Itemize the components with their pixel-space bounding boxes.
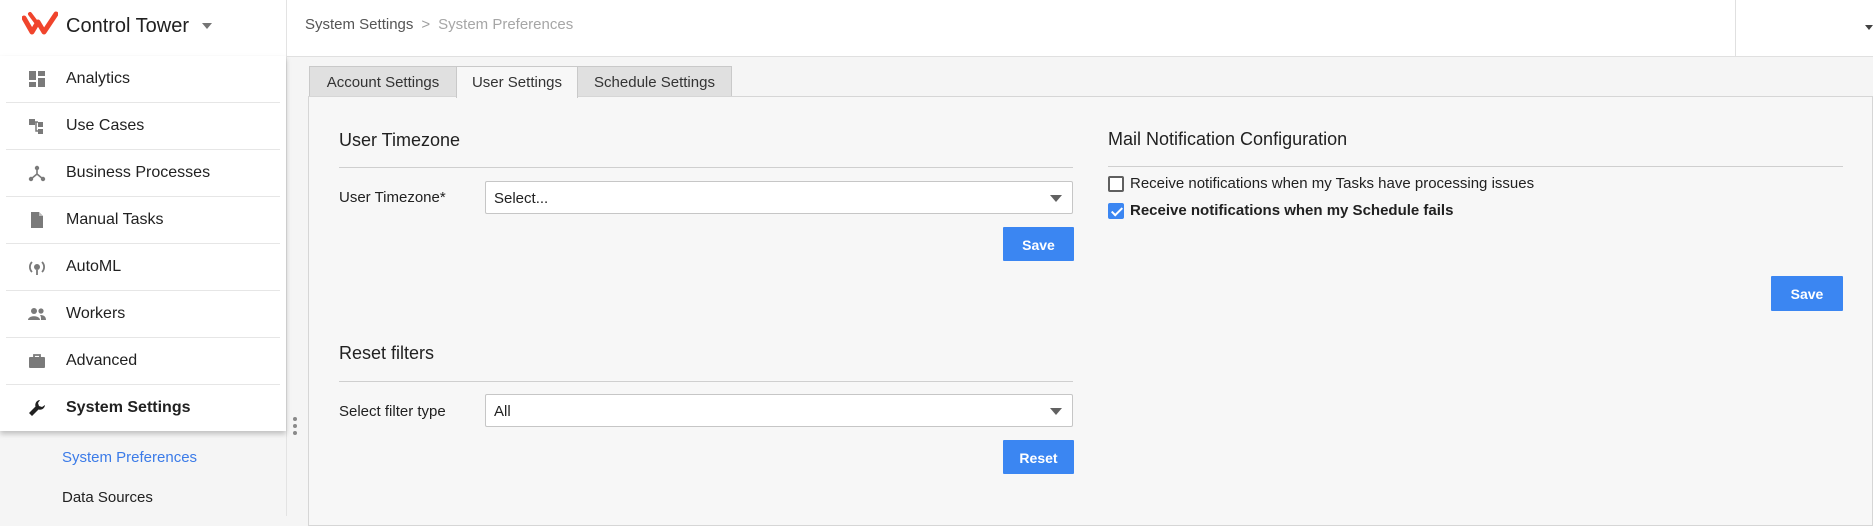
- sidebar-item-label: Use Cases: [66, 117, 145, 134]
- app-title: Control Tower: [66, 15, 190, 37]
- schedule-fails-checkbox-label: Receive notifications when my Schedule f…: [1130, 202, 1454, 219]
- briefcase-icon: [29, 354, 45, 368]
- document-icon: [31, 212, 43, 228]
- submenu-item-system-preferences[interactable]: System Preferences: [62, 449, 197, 466]
- user-timezone-select-value: Select...: [494, 190, 549, 207]
- sidebar-item-workers[interactable]: Workers: [6, 291, 280, 338]
- dashboard-icon: [29, 71, 45, 87]
- breadcrumb-current: System Preferences: [438, 16, 574, 33]
- automl-icon: [29, 261, 45, 275]
- sidebar-item-use-cases[interactable]: Use Cases: [6, 103, 280, 150]
- reset-filters-button[interactable]: Reset: [1003, 440, 1074, 474]
- top-bar-divider: [1735, 0, 1736, 56]
- sidebar-item-analytics[interactable]: Analytics: [6, 56, 280, 103]
- breadcrumb-chevron-right-icon: >: [421, 16, 431, 33]
- user-timezone-label: User Timezone*: [339, 189, 446, 206]
- chevron-down-icon: [1050, 408, 1062, 415]
- use-cases-icon: [29, 119, 43, 134]
- filter-type-select-value: All: [494, 403, 511, 420]
- filter-type-label: Select filter type: [339, 403, 446, 420]
- sidebar-item-label: Manual Tasks: [66, 211, 164, 228]
- submenu-item-data-sources[interactable]: Data Sources: [62, 489, 153, 506]
- schedule-fails-checkbox[interactable]: [1108, 203, 1124, 219]
- filter-type-select[interactable]: All: [485, 394, 1073, 427]
- process-icon: [28, 165, 46, 182]
- tab-schedule-settings[interactable]: Schedule Settings: [577, 66, 732, 96]
- sidebar: Control Tower Analytics Use Cases Busine…: [0, 0, 287, 516]
- section-divider: [339, 167, 1073, 168]
- section-divider: [1108, 166, 1843, 167]
- sidebar-item-label: System Settings: [66, 399, 191, 416]
- sidebar-item-label: Analytics: [66, 70, 131, 87]
- wrench-icon: [29, 400, 45, 416]
- breadcrumb: System Settings > System Preferences: [305, 16, 573, 33]
- sidebar-item-business-processes[interactable]: Business Processes: [6, 150, 280, 197]
- sidebar-item-label: Advanced: [66, 352, 138, 369]
- app-brand: Control Tower: [0, 0, 286, 57]
- people-icon: [28, 308, 46, 320]
- tasks-issues-checkbox-label: Receive notifications when my Tasks have…: [1130, 175, 1535, 192]
- top-bar: System Settings > System Preferences: [287, 0, 1873, 57]
- control-tower-logo-icon: [22, 11, 58, 35]
- sidebar-item-advanced[interactable]: Advanced: [6, 338, 280, 385]
- app-switcher-chevron-down-icon[interactable]: [202, 23, 212, 29]
- sidebar-item-system-settings[interactable]: System Settings: [6, 385, 280, 431]
- tab-user-settings[interactable]: User Settings: [456, 66, 578, 98]
- mail-notification-heading: Mail Notification Configuration: [1108, 129, 1348, 149]
- user-menu-chevron-down-icon[interactable]: [1865, 25, 1873, 30]
- tab-account-settings[interactable]: Account Settings: [309, 66, 457, 96]
- sidebar-item-automl[interactable]: AutoML: [6, 244, 280, 291]
- tasks-issues-checkbox[interactable]: [1108, 176, 1124, 192]
- mail-save-button[interactable]: Save: [1771, 276, 1843, 311]
- reset-filters-heading: Reset filters: [339, 343, 435, 363]
- breadcrumb-parent[interactable]: System Settings: [305, 16, 413, 33]
- system-settings-submenu: System Preferences Data Sources: [0, 430, 286, 516]
- sidebar-nav: Analytics Use Cases Business Processes M…: [0, 56, 286, 431]
- chevron-down-icon: [1050, 195, 1062, 202]
- user-settings-panel: User Timezone User Timezone* Select... S…: [308, 96, 1873, 526]
- timezone-save-button[interactable]: Save: [1003, 227, 1074, 261]
- sidebar-resize-handle[interactable]: [293, 417, 297, 439]
- sidebar-item-manual-tasks[interactable]: Manual Tasks: [6, 197, 280, 244]
- sidebar-item-label: Workers: [66, 305, 126, 322]
- section-divider: [339, 381, 1073, 382]
- sidebar-item-label: AutoML: [66, 258, 122, 275]
- user-timezone-select[interactable]: Select...: [485, 181, 1073, 214]
- sidebar-item-label: Business Processes: [66, 164, 211, 181]
- user-timezone-heading: User Timezone: [339, 130, 461, 150]
